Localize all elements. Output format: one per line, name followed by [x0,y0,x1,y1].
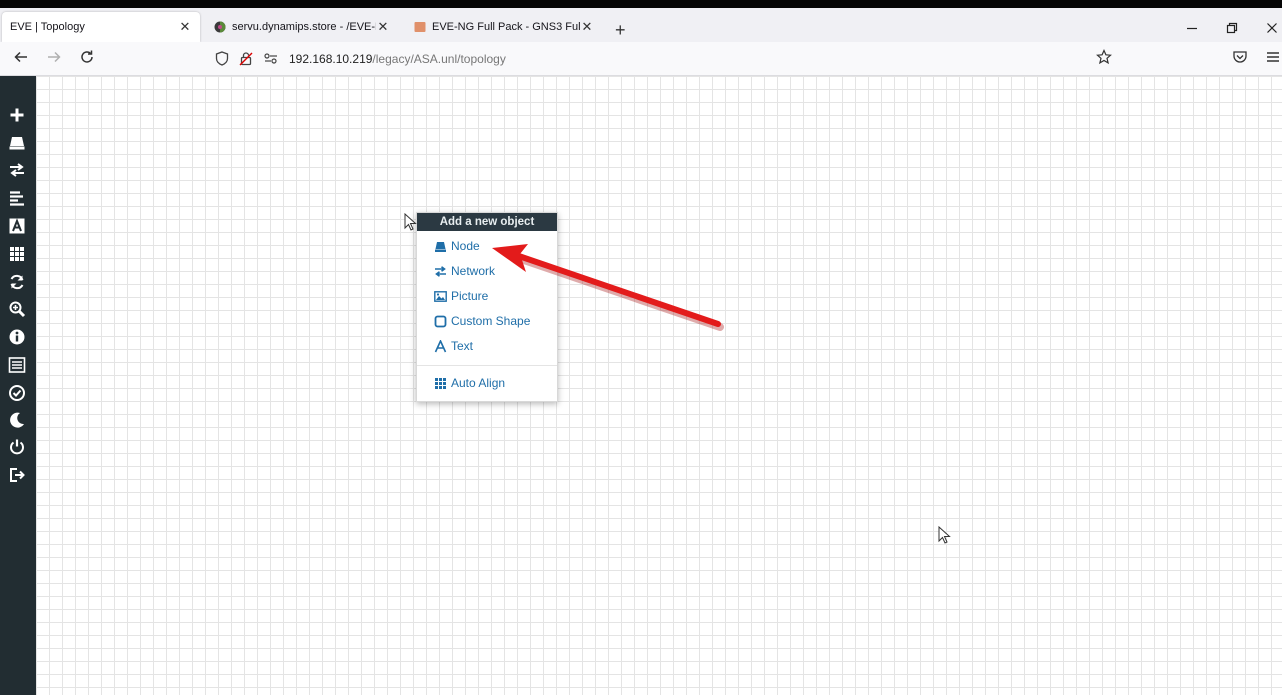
menu-hamburger-icon[interactable] [1266,49,1280,70]
topology-canvas[interactable] [36,76,1282,695]
network-icon [434,265,447,278]
menu-item-label: Text [451,339,474,353]
tab-close-icon[interactable]: ✕ [376,19,390,35]
text-icon[interactable] [8,217,26,235]
menu-separator [417,365,557,366]
pocket-icon[interactable] [1232,49,1248,70]
picture-icon [434,290,447,303]
node-icon[interactable] [8,134,26,152]
permissions-icon[interactable] [263,51,279,69]
shield-icon[interactable] [215,51,229,69]
nav-bar: 192.168.10.219/legacy/ASA.unl/topology [0,42,1282,76]
logout-icon[interactable] [8,466,26,484]
menu-item-node[interactable]: Node [434,239,480,253]
back-arrow-icon[interactable] [13,49,29,70]
minimize-icon[interactable] [1186,21,1198,37]
url-path: /legacy/ASA.unl/topology [372,52,506,66]
zoom-icon[interactable] [8,300,26,318]
restore-icon[interactable] [1226,21,1238,37]
context-menu-header: Add a new object [417,213,557,231]
red-annotation-arrow [492,244,724,331]
insecure-lock-icon[interactable] [239,51,253,69]
grid-icon [434,377,447,390]
startup-config-icon[interactable] [8,189,26,207]
menu-item-auto-align[interactable]: Auto Align [434,376,505,390]
moon-icon[interactable] [8,411,26,429]
tab-eve-ng-full-pack[interactable]: EVE-NG Full Pack - GNS3 Full Pack ✕ [406,12,602,42]
power-icon[interactable] [8,438,26,456]
top-strip [0,0,1282,8]
info-icon[interactable] [8,328,26,346]
tab-title: EVE | Topology [10,21,85,33]
menu-item-label: Node [451,239,480,253]
menu-item-label: Auto Align [451,376,506,390]
new-tab-button[interactable]: + [615,20,626,41]
mouse-cursor-icon [404,213,417,231]
add-icon[interactable] [8,106,26,124]
eve-sidebar [0,76,36,695]
tab-eve-topology[interactable]: EVE | Topology ✕ [2,12,200,42]
network-icon[interactable] [8,161,26,179]
refresh-icon[interactable] [8,273,26,291]
text-icon [434,339,447,353]
list-icon[interactable] [8,356,26,374]
menu-item-text[interactable]: Text [434,339,473,353]
tab-bar: EVE | Topology ✕ servu.dynamips.store - … [0,8,1282,42]
address-bar[interactable]: 192.168.10.219/legacy/ASA.unl/topology [205,46,1120,72]
page-favicon-icon [414,21,426,33]
grid-icon[interactable] [8,245,26,263]
tab-title: EVE-NG Full Pack - GNS3 Full Pack [432,21,580,33]
tab-close-icon[interactable]: ✕ [178,19,192,35]
status-icon[interactable] [8,384,26,402]
node-icon [434,240,447,253]
tab-title: servu.dynamips.store - /EVE-NG [232,21,376,33]
window-close-icon[interactable] [1266,21,1278,37]
url-text: 192.168.10.219/legacy/ASA.unl/topology [289,52,506,66]
bookmark-star-icon[interactable] [1096,49,1112,70]
tab-close-icon[interactable]: ✕ [580,19,594,35]
url-host: 192.168.10.219 [289,52,373,66]
globe-favicon-icon [214,21,226,33]
mouse-cursor-icon [938,526,951,544]
reload-icon[interactable] [79,49,95,70]
tab-servu[interactable]: servu.dynamips.store - /EVE-NG ✕ [206,12,398,42]
forward-arrow-icon[interactable] [46,49,62,70]
shape-icon [434,315,447,328]
